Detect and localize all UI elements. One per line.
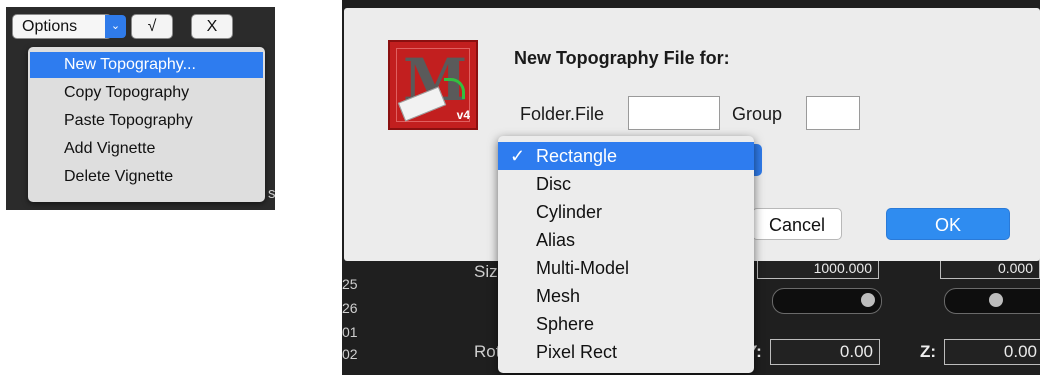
version-badge: v4 bbox=[456, 108, 470, 122]
menu-item-new-topography[interactable]: New Topography... bbox=[30, 52, 263, 78]
menu-item-add-vignette[interactable]: Add Vignette bbox=[30, 136, 263, 162]
shape-option-rectangle[interactable]: ✓ Rectangle bbox=[498, 142, 754, 170]
shape-option-cylinder[interactable]: Cylinder bbox=[498, 198, 754, 226]
menu-item-copy-topography[interactable]: Copy Topography bbox=[30, 80, 263, 106]
group-label: Group bbox=[732, 104, 783, 124]
rotation-label: Rot bbox=[474, 342, 501, 361]
slider-knob[interactable] bbox=[861, 293, 875, 307]
chevron-down-icon[interactable]: ⌄ bbox=[105, 15, 126, 38]
dialog-title: New Topography File for: bbox=[514, 48, 730, 68]
shape-option-sphere[interactable]: Sphere bbox=[498, 310, 754, 338]
checkmark-icon: ✓ bbox=[510, 146, 526, 166]
truncated-text: s bbox=[268, 185, 275, 202]
folder-file-label: Folder.File bbox=[520, 104, 605, 124]
row-number: 25 bbox=[342, 276, 358, 292]
x-slider[interactable] bbox=[772, 288, 882, 314]
cancel-button[interactable]: Cancel bbox=[752, 208, 842, 240]
group-field[interactable] bbox=[806, 96, 860, 130]
y-value-field[interactable]: 0.00 bbox=[770, 339, 880, 365]
row-number: 01 bbox=[342, 324, 358, 340]
app-logo-icon: M v4 bbox=[388, 40, 478, 130]
shape-dropdown-menu: ✓ Rectangle Disc Cylinder Alias Multi-Mo… bbox=[498, 136, 754, 373]
close-button[interactable]: X bbox=[192, 15, 232, 38]
folder-file-field[interactable] bbox=[628, 96, 720, 130]
options-popup-button[interactable]: Options bbox=[13, 15, 111, 38]
options-dropdown-menu: New Topography... Copy Topography Paste … bbox=[28, 47, 265, 202]
z-label: Z: bbox=[920, 342, 937, 361]
menu-item-paste-topography[interactable]: Paste Topography bbox=[30, 108, 263, 134]
slider-knob[interactable] bbox=[989, 293, 1003, 307]
app-window: 25 26 01 02 Siz Rot 1000.000 0.000 Y: 0.… bbox=[342, 0, 1040, 375]
options-label: Options bbox=[22, 18, 78, 35]
y-slider[interactable] bbox=[944, 288, 1040, 314]
shape-option-multi-model[interactable]: Multi-Model bbox=[498, 254, 754, 282]
option-label: Rectangle bbox=[536, 146, 618, 166]
options-menu-panel: Options ⌄ √ X New Topography... Copy Top… bbox=[6, 7, 275, 210]
row-number: 02 bbox=[342, 346, 358, 362]
ok-button[interactable]: OK bbox=[886, 208, 1010, 240]
confirm-button[interactable]: √ bbox=[132, 15, 172, 38]
shape-option-pixel-rect[interactable]: Pixel Rect bbox=[498, 338, 754, 366]
menu-item-delete-vignette[interactable]: Delete Vignette bbox=[30, 164, 263, 190]
shape-option-disc[interactable]: Disc bbox=[498, 170, 754, 198]
shape-option-alias[interactable]: Alias bbox=[498, 226, 754, 254]
shape-option-mesh[interactable]: Mesh bbox=[498, 282, 754, 310]
z-value-field[interactable]: 0.00 bbox=[944, 339, 1040, 365]
row-number: 26 bbox=[342, 300, 358, 316]
size-label: Siz bbox=[474, 262, 498, 281]
